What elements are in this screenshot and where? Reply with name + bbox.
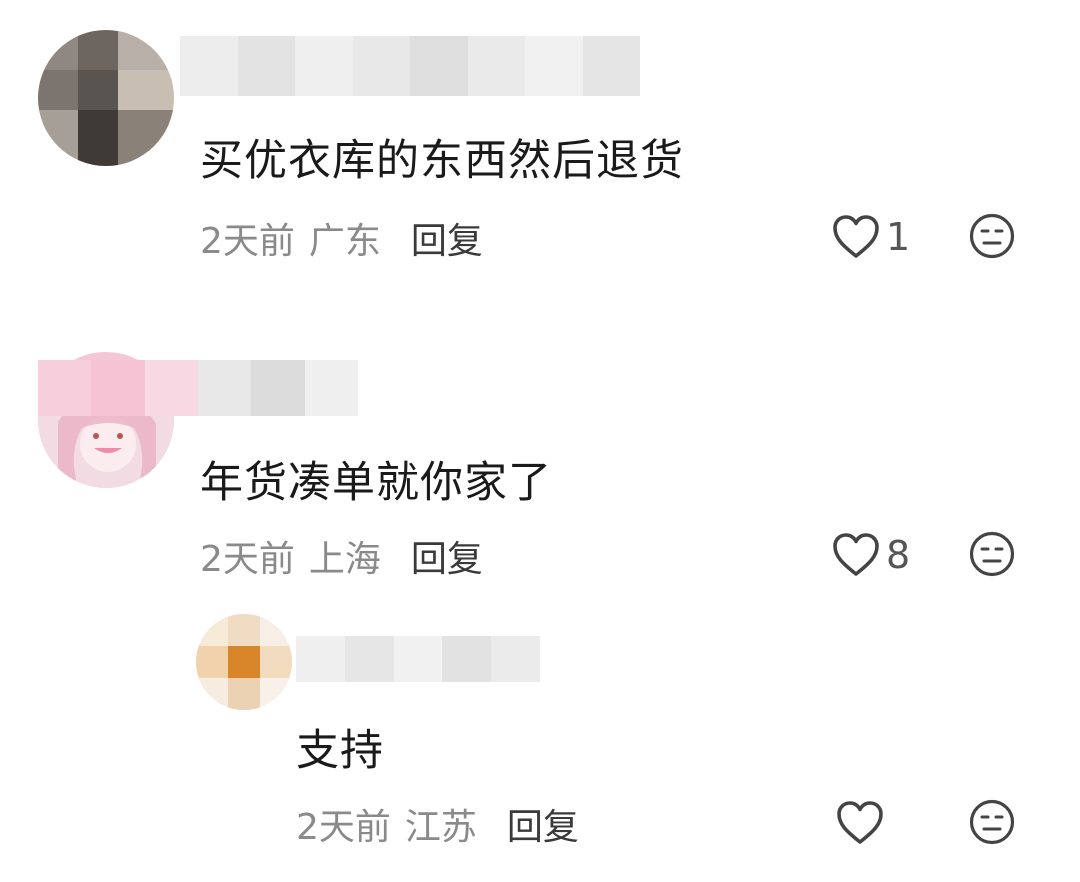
comment-location: 上海 bbox=[308, 539, 381, 580]
meh-face-icon[interactable] bbox=[968, 798, 1016, 846]
like-button[interactable] bbox=[836, 798, 890, 848]
heart-outline-icon bbox=[837, 801, 883, 844]
reply-button[interactable]: 回复 bbox=[411, 212, 483, 264]
comment-time: 2天前 bbox=[296, 807, 391, 848]
avatar[interactable] bbox=[38, 30, 174, 166]
comment-meta: 2天前 江苏 回复 bbox=[296, 798, 579, 850]
comment-location: 江苏 bbox=[404, 807, 477, 848]
comment-item: 买优衣库的东西然后退货 2天前 广东 回复 1 bbox=[0, 0, 1080, 290]
like-button[interactable]: 1 bbox=[832, 212, 910, 262]
heart-outline-icon bbox=[833, 215, 879, 258]
comment-time: 2天前 bbox=[200, 539, 295, 580]
meh-face-icon[interactable] bbox=[968, 212, 1016, 260]
comment-time: 2天前 bbox=[200, 221, 295, 262]
meh-face-icon[interactable] bbox=[968, 530, 1016, 578]
like-count: 1 bbox=[886, 215, 911, 259]
comment-meta: 2天前 上海 回复 bbox=[200, 530, 483, 582]
reply-button[interactable]: 回复 bbox=[507, 798, 579, 850]
username-mosaic bbox=[296, 636, 540, 682]
comment-text: 买优衣库的东西然后退货 bbox=[200, 136, 684, 186]
username-mosaic bbox=[180, 36, 640, 96]
comment-location: 广东 bbox=[308, 221, 381, 262]
heart-outline-icon bbox=[833, 533, 879, 576]
comment-meta: 2天前 广东 回复 bbox=[200, 212, 483, 264]
like-count: 8 bbox=[886, 533, 911, 577]
comment-item: 年货凑单就你家了 2天前 上海 回复 8 bbox=[0, 330, 1080, 610]
like-button[interactable]: 8 bbox=[832, 530, 910, 580]
comment-text: 支持 bbox=[296, 726, 384, 776]
avatar[interactable] bbox=[196, 614, 292, 710]
reply-comment-item: 支持 2天前 江苏 回复 bbox=[0, 610, 1080, 882]
comment-text: 年货凑单就你家了 bbox=[200, 458, 552, 508]
reply-button[interactable]: 回复 bbox=[411, 530, 483, 582]
username-mosaic bbox=[38, 360, 358, 416]
